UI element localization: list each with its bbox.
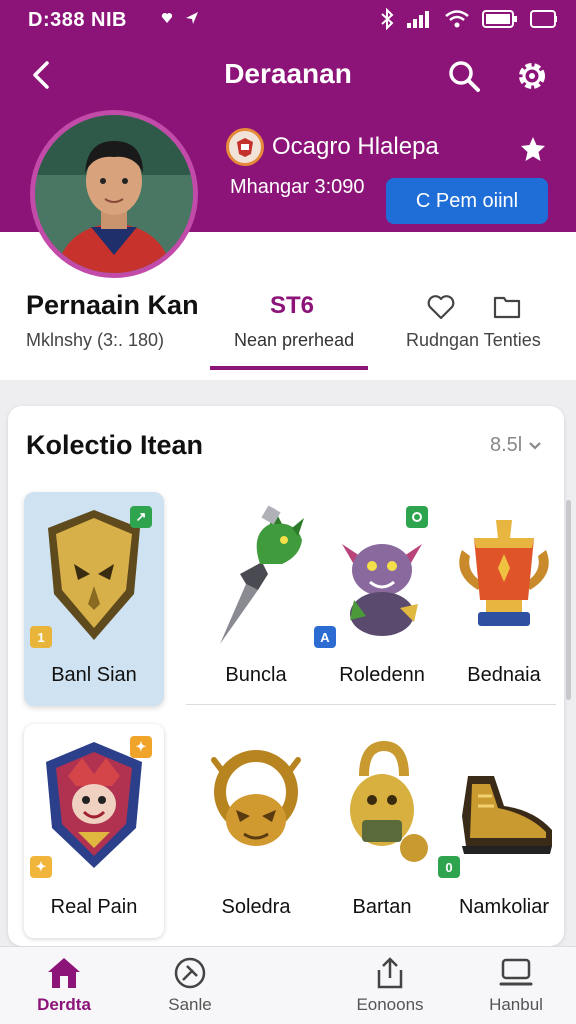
star-icon [521,137,545,161]
bottom-navigation: Derdta Sanle Eonoons Hanbul [0,946,576,1024]
item-label: Namkoliar [458,896,550,918]
wifi-icon [445,10,469,28]
item-label: Real Pain [50,896,138,918]
item-label: Banl Sian [51,664,137,686]
avatar[interactable] [30,110,198,278]
primary-action-button[interactable]: C Pem oiinl [386,178,548,224]
nav-label: Derdta [37,995,91,1014]
settings-button[interactable] [512,56,552,96]
player-subtitle: Mklnshy (3:. 180) [26,330,165,350]
item-badge-icon: 0 [438,856,460,878]
golden-shoe-icon [462,776,552,854]
tab-stat-value[interactable]: ST6 [270,292,314,320]
collection-item[interactable]: Soledra [186,724,326,938]
collection-card: Kolectio Itean 8.5l ↗ 1 Banl Sian Buncla [8,406,564,946]
signal-icon [407,11,429,28]
status-time: D:388 NIB [28,9,127,31]
collection-title: Kolectio Itean [26,430,204,460]
nav-item-home[interactable]: Derdta [14,955,114,1021]
folder-button[interactable] [490,290,524,324]
item-badge-icon: A [314,626,336,648]
nav-label: Hanbul [489,995,543,1014]
item-badge-icon [406,506,428,528]
nav-label: Sanle [168,995,212,1014]
item-badge-icon: ↗ [130,506,152,528]
nav-item-explore[interactable]: Sanle [140,955,240,1021]
item-label: Roledenn [339,664,425,686]
nav-item-screen[interactable]: Hanbul [466,955,566,1021]
like-button[interactable] [424,290,458,324]
share-icon [377,957,403,989]
monitor-icon [499,958,533,986]
club-logo-icon [226,128,264,166]
battery-icon [482,10,517,28]
item-label: Soledra [221,896,291,918]
collection-item[interactable]: A Roledenn [312,492,452,706]
player-name: Pernaain Kan [26,290,199,320]
golden-ring-mask-icon [211,750,301,846]
green-dragon-dagger-icon [220,505,304,644]
club-name: Ocagro Hlalepa [272,133,439,160]
item-badge-icon: 1 [30,626,52,648]
chevron-down-icon [529,441,542,450]
nav-label: Eonoons [356,995,424,1014]
search-button[interactable] [444,56,484,96]
location-arrow-icon [186,12,198,24]
item-label: Buncla [225,664,287,686]
collection-item[interactable]: ✦ ✦ Real Pain [24,724,164,938]
status-bar: D:388 NIB [0,0,576,40]
item-badge-icon: ✦ [30,856,52,878]
gear-icon [519,63,545,89]
folder-icon [493,296,521,319]
screen-cast-icon [530,10,557,28]
red-trophy-icon [459,520,549,626]
header-subtext: Mhangar 3:090 [230,176,365,198]
sort-value: 8.5l [490,434,523,456]
item-label: Bartan [352,896,412,918]
scrollbar[interactable] [566,500,571,700]
active-tab-indicator [210,366,368,370]
golden-lock-icon [350,740,428,862]
compass-icon [174,957,206,989]
sort-dropdown[interactable]: 8.5l [490,434,542,457]
collection-item[interactable]: Buncla [186,492,326,706]
tab-stat-label[interactable]: Nean prerhead [234,330,354,351]
bluetooth-icon [381,8,394,30]
user-portrait-icon [35,115,193,273]
row-divider [186,704,556,705]
home-icon [48,958,80,988]
item-label: Bednaia [467,664,541,686]
collection-item[interactable]: 0 Namkoliar [434,724,574,938]
item-badge-icon: ✦ [130,736,152,758]
heart-icon [427,295,455,320]
page-title: Deraanan [224,58,352,89]
notification-dot-icon [161,13,173,23]
search-icon [449,61,480,92]
favorite-button[interactable] [516,132,550,166]
nav-item-share[interactable]: Eonoons [340,955,440,1021]
collection-item[interactable]: ↗ 1 Banl Sian [24,492,164,706]
collection-item[interactable]: Bednaia [434,492,574,706]
side-tab-label[interactable]: Rudngan Tenties [406,330,541,351]
collection-item[interactable]: Bartan [312,724,452,938]
